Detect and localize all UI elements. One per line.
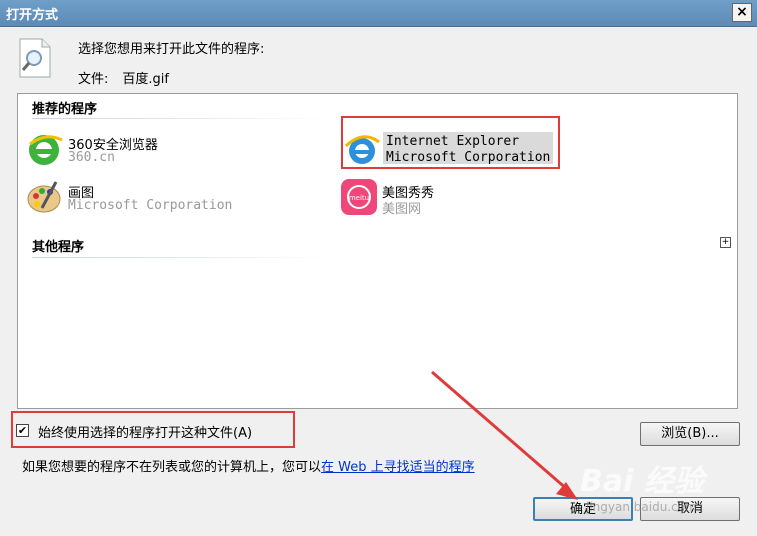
program-publisher: 360.cn — [68, 150, 115, 165]
file-name: 百度.gif — [122, 72, 169, 87]
always-use-label[interactable]: 始终使用选择的程序打开这种文件(A) — [38, 422, 252, 441]
other-heading: 其他程序 — [32, 240, 85, 255]
program-360-browser[interactable]: 360安全浏览器 360.cn — [26, 130, 326, 170]
program-publisher: 美图网 — [382, 202, 422, 217]
meitu-icon: meitu — [341, 179, 377, 215]
baidu-watermark-url: jingyan.baidu.com — [586, 500, 697, 514]
360-browser-icon — [29, 135, 63, 165]
program-publisher: Microsoft Corporation — [68, 198, 233, 213]
window-title: 打开方式 — [6, 8, 59, 23]
meitu-icon-text: meitu — [349, 194, 369, 202]
web-search-link[interactable]: 在 Web 上寻找适当的程序 — [321, 460, 475, 475]
prompt-text: 选择您想用来打开此文件的程序: — [78, 42, 265, 57]
hint-text: 如果您想要的程序不在列表或您的计算机上，您可以在 Web 上寻找适当的程序 — [22, 456, 475, 475]
title-bar: 打开方式 × — [0, 0, 757, 27]
expand-toggle[interactable]: + — [720, 237, 731, 248]
file-line: 文件: 百度.gif — [78, 68, 169, 87]
program-meitu[interactable]: meitu 美图秀秀 美图网 — [340, 178, 570, 218]
hint-label: 如果您想要的程序不在列表或您的计算机上，您可以 — [22, 460, 322, 475]
file-magnifier-icon — [19, 38, 51, 78]
recommended-heading: 推荐的程序 — [32, 102, 98, 117]
program-paint[interactable]: 画图 Microsoft Corporation — [26, 178, 326, 218]
browse-button[interactable]: 浏览(B)... — [640, 422, 740, 446]
other-divider — [32, 257, 332, 258]
close-button[interactable]: × — [732, 3, 752, 22]
always-use-checkbox[interactable]: ✔ — [16, 424, 29, 437]
highlight-box-ie — [341, 116, 560, 169]
baidu-watermark: Bai 经验 — [580, 464, 704, 499]
recommended-divider — [32, 118, 332, 119]
paint-icon — [27, 181, 61, 213]
file-label: 文件: — [78, 72, 109, 87]
